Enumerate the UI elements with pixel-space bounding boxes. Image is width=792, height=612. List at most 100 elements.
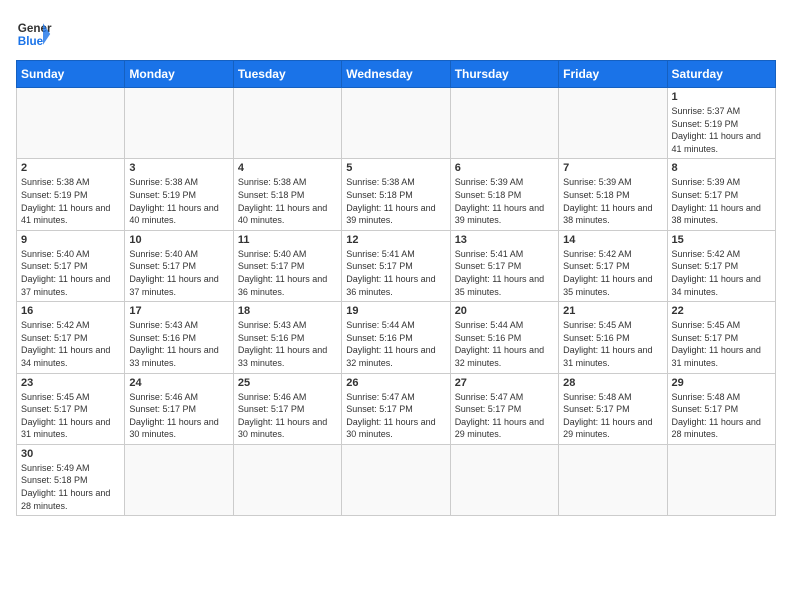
- calendar-week-4: 23Sunrise: 5:45 AM Sunset: 5:17 PM Dayli…: [17, 373, 776, 444]
- calendar-cell: 3 Sunrise: 5:38 AM Sunset: 5:19 PM Daylig…: [125, 159, 233, 230]
- calendar-cell: [450, 88, 558, 159]
- calendar-cell: 1 Sunrise: 5:37 AM Sunset: 5:19 PM Daylig…: [667, 88, 775, 159]
- day-info: Sunrise: 5:44 AM Sunset: 5:16 PM Dayligh…: [346, 319, 445, 369]
- calendar-cell: 2Sunrise: 5:38 AM Sunset: 5:19 PM Daylig…: [17, 159, 125, 230]
- calendar-cell: 5Sunrise: 5:38 AM Sunset: 5:18 PM Daylig…: [342, 159, 450, 230]
- day-number: 1: [672, 91, 771, 103]
- svg-text:Blue: Blue: [18, 35, 44, 48]
- calendar-cell: [559, 444, 667, 515]
- day-number: 16: [21, 305, 120, 317]
- calendar-cell: 8 Sunrise: 5:39 AM Sunset: 5:17 PM Daylig…: [667, 159, 775, 230]
- day-number: 9: [21, 234, 120, 246]
- day-number: 29: [672, 377, 771, 389]
- day-number: 27: [455, 377, 554, 389]
- calendar-cell: 22 Sunrise: 5:45 AM Sunset: 5:17 PM Dayli…: [667, 302, 775, 373]
- day-number: 3: [129, 162, 228, 174]
- day-number: 8: [672, 162, 771, 174]
- calendar-cell: 17Sunrise: 5:43 AM Sunset: 5:16 PM Dayli…: [125, 302, 233, 373]
- calendar-cell: 28 Sunrise: 5:48 AM Sunset: 5:17 PM Dayli…: [559, 373, 667, 444]
- calendar-cell: [17, 88, 125, 159]
- day-info: Sunrise: 5:39 AM Sunset: 5:18 PM Dayligh…: [563, 176, 662, 226]
- weekday-header-row: SundayMondayTuesdayWednesdayThursdayFrid…: [17, 61, 776, 88]
- day-number: 2: [21, 162, 120, 174]
- day-info: Sunrise: 5:47 AM Sunset: 5:17 PM Dayligh…: [346, 391, 445, 441]
- day-number: 6: [455, 162, 554, 174]
- calendar-cell: 21 Sunrise: 5:45 AM Sunset: 5:16 PM Dayli…: [559, 302, 667, 373]
- calendar-cell: 13Sunrise: 5:41 AM Sunset: 5:17 PM Dayli…: [450, 230, 558, 301]
- day-info: Sunrise: 5:37 AM Sunset: 5:19 PM Dayligh…: [672, 105, 771, 155]
- day-number: 17: [129, 305, 228, 317]
- day-info: Sunrise: 5:42 AM Sunset: 5:17 PM Dayligh…: [563, 248, 662, 298]
- calendar-cell: 19 Sunrise: 5:44 AM Sunset: 5:16 PM Dayli…: [342, 302, 450, 373]
- day-number: 24: [129, 377, 228, 389]
- calendar-cell: 16 Sunrise: 5:42 AM Sunset: 5:17 PM Dayli…: [17, 302, 125, 373]
- calendar-cell: [125, 88, 233, 159]
- weekday-header-monday: Monday: [125, 61, 233, 88]
- day-info: Sunrise: 5:38 AM Sunset: 5:19 PM Dayligh…: [129, 176, 228, 226]
- day-number: 25: [238, 377, 337, 389]
- day-info: Sunrise: 5:38 AM Sunset: 5:18 PM Dayligh…: [346, 176, 445, 226]
- logo-icon: General Blue: [16, 16, 52, 52]
- calendar-week-3: 16 Sunrise: 5:42 AM Sunset: 5:17 PM Dayli…: [17, 302, 776, 373]
- calendar-cell: 27Sunrise: 5:47 AM Sunset: 5:17 PM Dayli…: [450, 373, 558, 444]
- day-number: 28: [563, 377, 662, 389]
- day-number: 4: [238, 162, 337, 174]
- calendar-week-2: 9 Sunrise: 5:40 AM Sunset: 5:17 PM Daylig…: [17, 230, 776, 301]
- weekday-header-thursday: Thursday: [450, 61, 558, 88]
- weekday-header-wednesday: Wednesday: [342, 61, 450, 88]
- calendar-cell: 11 Sunrise: 5:40 AM Sunset: 5:17 PM Dayli…: [233, 230, 341, 301]
- day-info: Sunrise: 5:46 AM Sunset: 5:17 PM Dayligh…: [129, 391, 228, 441]
- calendar-cell: [559, 88, 667, 159]
- calendar-cell: 20 Sunrise: 5:44 AM Sunset: 5:16 PM Dayli…: [450, 302, 558, 373]
- calendar-cell: 14 Sunrise: 5:42 AM Sunset: 5:17 PM Dayli…: [559, 230, 667, 301]
- day-info: Sunrise: 5:42 AM Sunset: 5:17 PM Dayligh…: [672, 248, 771, 298]
- calendar-cell: 7 Sunrise: 5:39 AM Sunset: 5:18 PM Daylig…: [559, 159, 667, 230]
- calendar-cell: 15 Sunrise: 5:42 AM Sunset: 5:17 PM Dayli…: [667, 230, 775, 301]
- day-info: Sunrise: 5:45 AM Sunset: 5:17 PM Dayligh…: [672, 319, 771, 369]
- calendar-cell: 10Sunrise: 5:40 AM Sunset: 5:17 PM Dayli…: [125, 230, 233, 301]
- day-info: Sunrise: 5:41 AM Sunset: 5:17 PM Dayligh…: [346, 248, 445, 298]
- logo: General Blue: [16, 16, 52, 52]
- day-number: 23: [21, 377, 120, 389]
- day-info: Sunrise: 5:40 AM Sunset: 5:17 PM Dayligh…: [238, 248, 337, 298]
- day-info: Sunrise: 5:48 AM Sunset: 5:17 PM Dayligh…: [563, 391, 662, 441]
- day-number: 19: [346, 305, 445, 317]
- calendar-cell: 12Sunrise: 5:41 AM Sunset: 5:17 PM Dayli…: [342, 230, 450, 301]
- calendar-cell: 23Sunrise: 5:45 AM Sunset: 5:17 PM Dayli…: [17, 373, 125, 444]
- day-info: Sunrise: 5:39 AM Sunset: 5:17 PM Dayligh…: [672, 176, 771, 226]
- calendar-cell: 26Sunrise: 5:47 AM Sunset: 5:17 PM Dayli…: [342, 373, 450, 444]
- day-number: 21: [563, 305, 662, 317]
- day-number: 10: [129, 234, 228, 246]
- day-number: 15: [672, 234, 771, 246]
- day-number: 7: [563, 162, 662, 174]
- day-info: Sunrise: 5:45 AM Sunset: 5:16 PM Dayligh…: [563, 319, 662, 369]
- calendar-week-5: 30Sunrise: 5:49 AM Sunset: 5:18 PM Dayli…: [17, 444, 776, 515]
- weekday-header-friday: Friday: [559, 61, 667, 88]
- calendar-cell: [342, 88, 450, 159]
- page-header: General Blue: [16, 16, 776, 52]
- calendar-week-1: 2 Sunrise: 5:38 AM Sunset: 5:19 PM Daylig…: [17, 159, 776, 230]
- calendar-cell: [667, 444, 775, 515]
- calendar-cell: [342, 444, 450, 515]
- day-info: Sunrise: 5:41 AM Sunset: 5:17 PM Dayligh…: [455, 248, 554, 298]
- calendar-cell: 29Sunrise: 5:48 AM Sunset: 5:17 PM Dayli…: [667, 373, 775, 444]
- day-number: 11: [238, 234, 337, 246]
- day-number: 18: [238, 305, 337, 317]
- day-number: 14: [563, 234, 662, 246]
- weekday-header-tuesday: Tuesday: [233, 61, 341, 88]
- day-info: Sunrise: 5:46 AM Sunset: 5:17 PM Dayligh…: [238, 391, 337, 441]
- calendar-cell: 4 Sunrise: 5:38 AM Sunset: 5:18 PM Daylig…: [233, 159, 341, 230]
- calendar-cell: [233, 88, 341, 159]
- day-number: 20: [455, 305, 554, 317]
- day-info: Sunrise: 5:38 AM Sunset: 5:18 PM Dayligh…: [238, 176, 337, 226]
- day-number: 22: [672, 305, 771, 317]
- day-info: Sunrise: 5:42 AM Sunset: 5:17 PM Dayligh…: [21, 319, 120, 369]
- day-info: Sunrise: 5:44 AM Sunset: 5:16 PM Dayligh…: [455, 319, 554, 369]
- calendar-cell: 24 Sunrise: 5:46 AM Sunset: 5:17 PM Dayli…: [125, 373, 233, 444]
- calendar-cell: 30Sunrise: 5:49 AM Sunset: 5:18 PM Dayli…: [17, 444, 125, 515]
- calendar-cell: [450, 444, 558, 515]
- day-info: Sunrise: 5:49 AM Sunset: 5:18 PM Dayligh…: [21, 462, 120, 512]
- calendar-cell: [233, 444, 341, 515]
- calendar-cell: 25 Sunrise: 5:46 AM Sunset: 5:17 PM Dayli…: [233, 373, 341, 444]
- weekday-header-sunday: Sunday: [17, 61, 125, 88]
